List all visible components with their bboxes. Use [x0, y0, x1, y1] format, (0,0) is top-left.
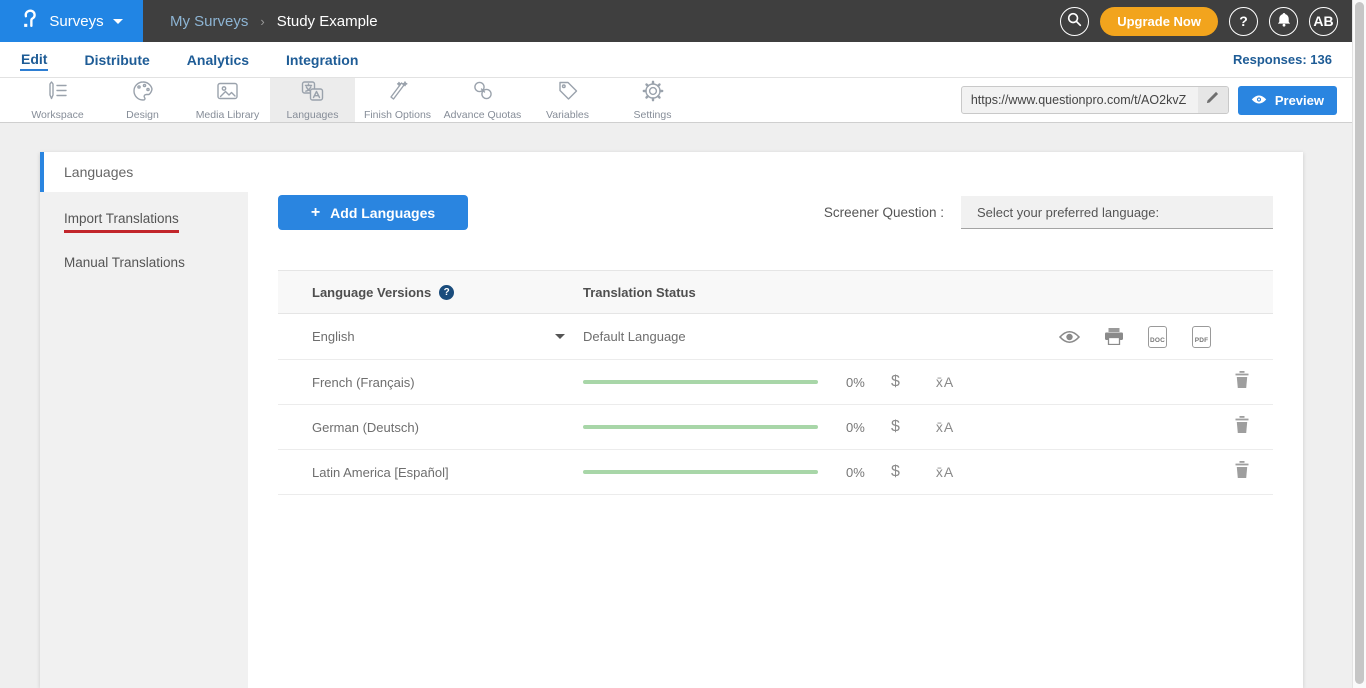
auto-translate-icon[interactable]: x̄A [936, 419, 954, 435]
help-button[interactable]: ? [1229, 7, 1258, 36]
edit-toolbar: Workspace Media Library Design Media Lib… [0, 78, 1352, 123]
view-icon[interactable] [1059, 330, 1080, 344]
export-pdf-icon[interactable]: PDF [1192, 326, 1211, 348]
product-name: Surveys [49, 13, 103, 30]
toolbar-item-design[interactable]: Media Library Design [100, 78, 185, 122]
search-button[interactable] [1060, 7, 1089, 36]
default-language-label: Default Language [583, 329, 686, 344]
breadcrumb: My Surveys › Study Example [170, 13, 378, 30]
toolbar-item-finish-options[interactable]: Finish Options [355, 78, 440, 122]
toolbar-item-variables[interactable]: Variables [525, 78, 610, 122]
languages-content: + Add Languages Screener Question : Sele… [248, 192, 1303, 688]
table-row-french: French (Français) 0% $ x̄A [278, 360, 1273, 405]
chevron-down-icon[interactable] [555, 334, 565, 339]
col-language-versions: Language Versions [312, 285, 431, 300]
delete-icon[interactable] [1235, 461, 1249, 483]
breadcrumb-current: Study Example [277, 13, 378, 30]
product-switcher[interactable]: Surveys [0, 0, 143, 42]
toolbar-item-settings[interactable]: Settings [610, 78, 695, 122]
progress-percent: 0% [846, 375, 868, 390]
tab-integration[interactable]: Integration [285, 50, 359, 70]
survey-nav-tabs: Edit Distribute Analytics Integration Re… [0, 42, 1352, 78]
eye-icon [1251, 93, 1267, 108]
screener-question-group: Screener Question : Select your preferre… [824, 196, 1273, 229]
screener-question-select[interactable]: Select your preferred language: [961, 196, 1273, 229]
help-icon: ? [1239, 13, 1248, 29]
topbar: Surveys My Surveys › Study Example Upgra… [0, 0, 1352, 42]
questionpro-logo-icon [20, 8, 40, 35]
survey-url-group: Preview [961, 78, 1337, 122]
delete-icon[interactable] [1235, 371, 1249, 393]
export-doc-icon[interactable]: DOC [1148, 326, 1167, 348]
languages-card: Languages Import Translations Manual Tra… [40, 152, 1303, 688]
responses-count-link[interactable]: Responses: 136 [1233, 52, 1332, 67]
notifications-button[interactable] [1269, 7, 1298, 36]
paid-translation-icon[interactable]: $ [891, 373, 900, 391]
breadcrumb-my-surveys[interactable]: My Surveys [170, 13, 248, 30]
auto-translate-icon[interactable]: x̄A [936, 374, 954, 390]
subnav-item-import-translations[interactable]: Import Translations [40, 200, 248, 244]
progress-percent: 0% [846, 420, 868, 435]
screener-question-label: Screener Question : [824, 205, 944, 220]
variables-icon [557, 80, 579, 107]
app-window: Surveys My Surveys › Study Example Upgra… [0, 0, 1352, 688]
bell-icon [1277, 12, 1291, 30]
plus-icon: + [311, 204, 320, 222]
table-row-english: English Default Language [278, 314, 1273, 360]
translation-progress-bar [583, 425, 818, 429]
chevron-down-icon [113, 19, 123, 24]
avatar-initials: AB [1313, 13, 1333, 29]
table-header-row: Language Versions ? Translation Status [278, 270, 1273, 314]
toolbar-item-advance-quotas[interactable]: Advance Quotas [440, 78, 525, 122]
survey-url-box [961, 86, 1229, 114]
languages-subnav: Import Translations Manual Translations [40, 192, 248, 688]
language-versions-table: Language Versions ? Translation Status E… [278, 270, 1273, 495]
translation-progress-bar [583, 470, 818, 474]
translation-progress-bar [583, 380, 818, 384]
table-row-german: German (Deutsch) 0% $ x̄A [278, 405, 1273, 450]
page-background: Languages Import Translations Manual Tra… [0, 123, 1352, 688]
media-library-icon [216, 80, 239, 107]
design-icon [132, 80, 154, 107]
language-versions-help-icon[interactable]: ? [439, 285, 454, 300]
preview-button[interactable]: Preview [1238, 86, 1337, 115]
tab-analytics[interactable]: Analytics [186, 50, 250, 70]
toolbar-item-media-library[interactable]: Media Library [185, 78, 270, 122]
pencil-icon [1206, 91, 1219, 109]
card-header: Languages [40, 152, 1303, 192]
tab-distribute[interactable]: Distribute [83, 50, 150, 70]
avatar[interactable]: AB [1309, 7, 1338, 36]
finish-options-icon [387, 80, 409, 107]
scrollbar-thumb[interactable] [1355, 2, 1364, 684]
survey-url-input[interactable] [962, 93, 1198, 107]
page-title: Languages [64, 164, 133, 180]
subnav-item-manual-translations[interactable]: Manual Translations [40, 244, 248, 281]
auto-translate-icon[interactable]: x̄A [936, 464, 954, 480]
paid-translation-icon[interactable]: $ [891, 463, 900, 481]
table-row-latin-america: Latin America [Español] 0% $ x̄A [278, 450, 1273, 495]
breadcrumb-separator: › [260, 14, 264, 29]
add-languages-button[interactable]: + Add Languages [278, 195, 468, 230]
scrollbar[interactable] [1352, 0, 1366, 688]
advance-quotas-icon [472, 80, 494, 107]
toolbar-item-languages[interactable]: Languages [270, 78, 355, 122]
paid-translation-icon[interactable]: $ [891, 418, 900, 436]
search-icon [1067, 12, 1082, 30]
topbar-actions: Upgrade Now ? AB [1060, 7, 1338, 36]
settings-icon [642, 80, 664, 107]
workspace-icon [47, 80, 69, 107]
language-select-value[interactable]: English [312, 329, 355, 344]
delete-icon[interactable] [1235, 416, 1249, 438]
active-section-indicator [40, 152, 44, 192]
edit-url-button[interactable] [1198, 87, 1228, 113]
tab-edit[interactable]: Edit [20, 49, 48, 71]
toolbar-item-workspace[interactable]: Workspace [15, 78, 100, 122]
progress-percent: 0% [846, 465, 868, 480]
print-icon[interactable] [1105, 328, 1123, 345]
col-translation-status: Translation Status [583, 285, 696, 300]
upgrade-now-button[interactable]: Upgrade Now [1100, 7, 1218, 36]
languages-icon [301, 80, 324, 107]
